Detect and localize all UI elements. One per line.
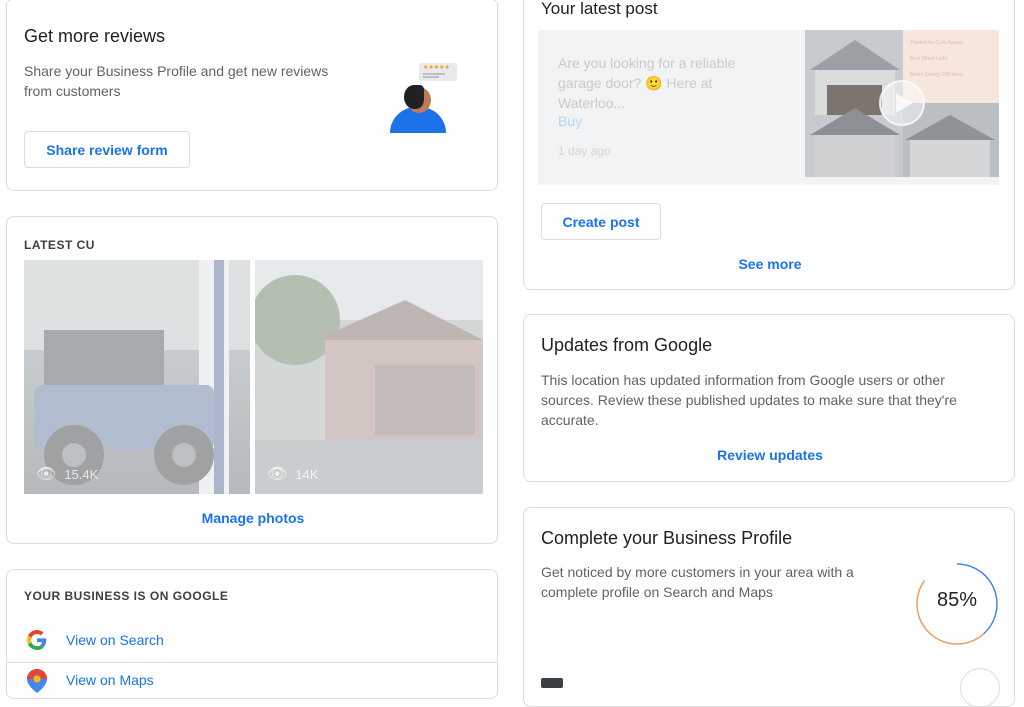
person-hair-icon [404, 85, 424, 109]
post-image: Trusted for Curb Appeal Best Street Ligh… [805, 30, 999, 177]
create-post-button[interactable]: Create post [541, 203, 661, 240]
post-text: Are you looking for a reliable garage do… [558, 55, 736, 111]
updates-title: Updates from Google [541, 335, 713, 355]
eye-icon: 👁 [267, 466, 288, 483]
complete-profile-card: Complete your Business Profile Get notic… [523, 507, 1015, 707]
latest-post-card: Your latest post Are you looking for a r… [523, 0, 1015, 290]
on-google-label: YOUR BUSINESS IS ON GOOGLE [24, 589, 229, 603]
updates-from-google-card: Updates from Google This location has up… [523, 314, 1015, 482]
share-review-form-button[interactable]: Share review form [24, 131, 190, 168]
profile-progress-ring: 85% [915, 562, 999, 646]
post-preview[interactable]: Are you looking for a reliable garage do… [538, 30, 999, 185]
see-more-link[interactable]: See more [524, 256, 1014, 272]
photo-views-2: 👁 14K [267, 464, 318, 484]
view-on-search-label: View on Search [66, 632, 164, 648]
updates-description: This location has updated information fr… [541, 372, 957, 428]
view-on-maps-row[interactable]: View on Maps [7, 663, 497, 698]
business-on-google-card: YOUR BUSINESS IS ON GOOGLE View on Searc… [6, 569, 498, 699]
post-image-line-3: Better Energy Efficiency [910, 72, 964, 78]
reviews-description: Share your Business Profile and get new … [24, 63, 329, 99]
partial-row-circle-button[interactable] [960, 668, 1000, 706]
reviews-illustration: ★★★★★ [387, 63, 459, 135]
photo-views-count: 14K [295, 466, 319, 482]
get-more-reviews-card: Get more reviews Share your Business Pro… [6, 0, 498, 191]
latest-photos-card: LATEST CU 👁 15.4K 👁 14K Manage photos [6, 216, 498, 544]
photo-views-1: 👁 15.4K [36, 464, 98, 484]
reviews-title: Get more reviews [24, 26, 166, 46]
customer-photo-house[interactable]: 👁 14K [255, 260, 483, 494]
post-action-label: Buy [558, 113, 583, 129]
profile-percent: 85% [936, 589, 978, 611]
complete-profile-title: Complete your Business Profile [541, 528, 793, 548]
maps-pin-icon [27, 669, 47, 693]
complete-profile-description: Get noticed by more customers in your ar… [541, 564, 854, 600]
manage-photos-link[interactable]: Manage photos [7, 510, 497, 526]
view-on-search-row[interactable]: View on Search [7, 622, 497, 663]
view-on-maps-label: View on Maps [66, 672, 154, 688]
customer-photo-car[interactable]: 👁 15.4K [24, 260, 250, 494]
post-image-line-1: Trusted for Curb Appeal [910, 40, 963, 46]
latest-post-title: Your latest post [541, 0, 658, 18]
star-rating-icon: ★★★★★ [423, 65, 450, 71]
post-image-line-2: Best Street Light [910, 56, 947, 62]
review-updates-link[interactable]: Review updates [524, 447, 1014, 463]
partial-row-icon [541, 678, 563, 688]
post-image-drawing [805, 30, 999, 177]
review-bubble: ★★★★★ [419, 63, 457, 81]
photo-views-count: 15.4K [64, 466, 99, 482]
eye-icon: 👁 [36, 466, 57, 483]
photos-label: LATEST CU [24, 238, 95, 252]
post-time: 1 day ago [558, 144, 611, 158]
google-g-icon [27, 630, 47, 650]
